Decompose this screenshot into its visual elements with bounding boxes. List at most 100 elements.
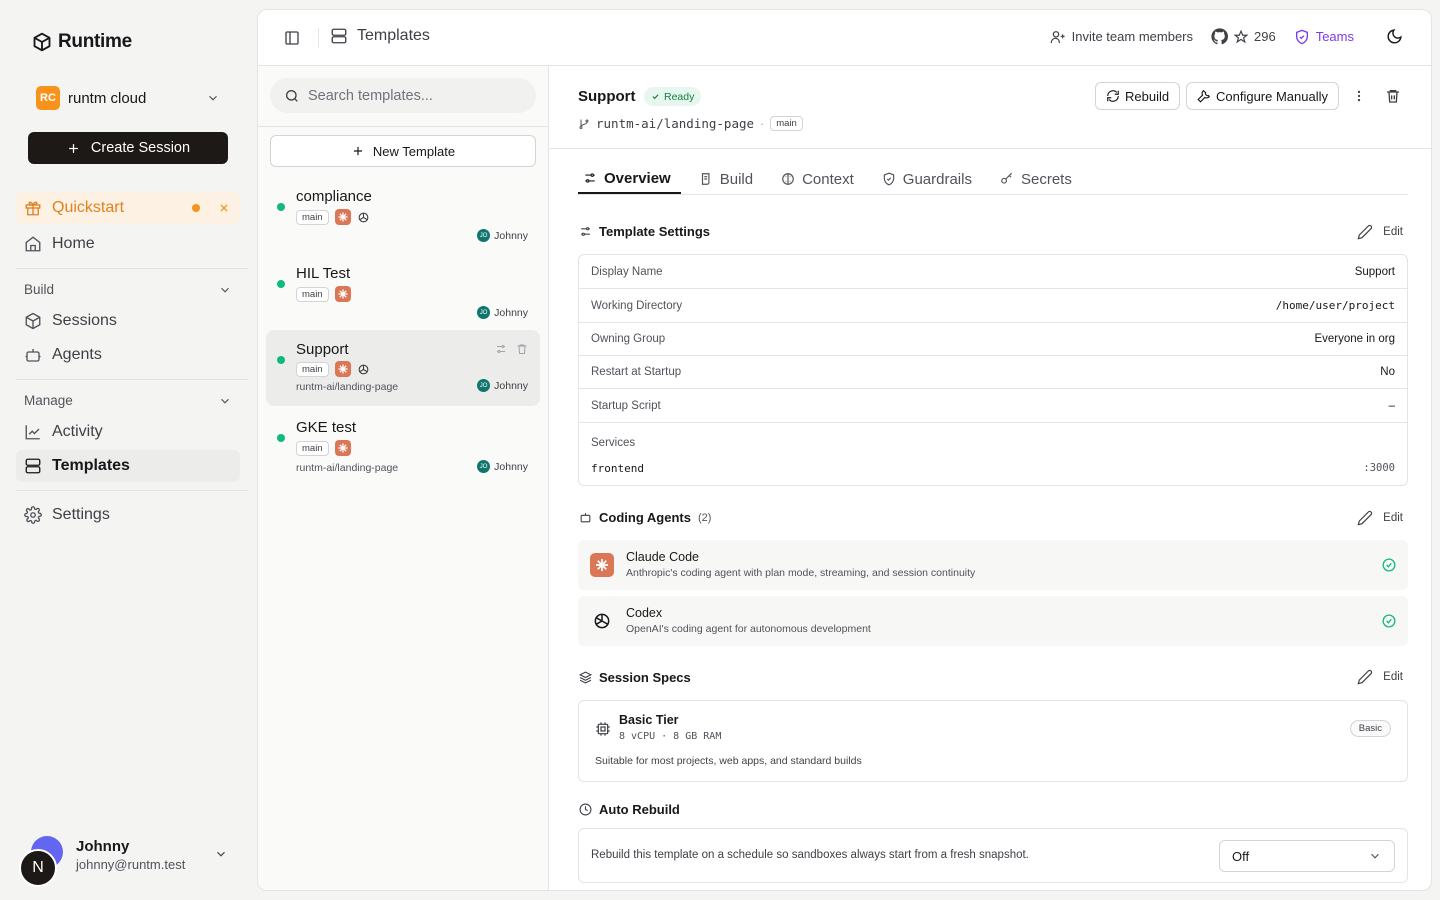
check-circle-icon <box>1382 614 1396 628</box>
shield-check-icon <box>1295 29 1308 44</box>
trash-icon[interactable] <box>1385 88 1401 104</box>
edit-label: Edit <box>1383 512 1403 524</box>
setting-value: Everyone in org <box>1314 332 1395 345</box>
spec-card: Basic Tier 8 vCPU · 8 GB RAM Basic Suita… <box>578 700 1408 782</box>
sidebar-item-settings[interactable]: Settings <box>16 499 240 531</box>
sidebar-item-agents[interactable]: Agents <box>16 339 240 371</box>
tab-overview[interactable]: Overview <box>578 164 681 194</box>
divider <box>16 379 248 380</box>
rebuild-button[interactable]: Rebuild <box>1095 82 1181 110</box>
app-name: Runtime <box>58 31 132 52</box>
org-switcher[interactable]: RC runtm cloud <box>28 81 228 115</box>
pencil-icon <box>1357 224 1373 240</box>
brain-icon <box>782 173 794 185</box>
edit-label: Edit <box>1383 671 1403 683</box>
avatar: N <box>19 849 57 887</box>
section-template-settings: Template Settings <box>579 224 710 239</box>
agent-description: OpenAI's coding agent for autonomous dev… <box>626 623 871 635</box>
branch-chip: main <box>296 361 329 377</box>
edit-agents-button[interactable]: Edit <box>1357 510 1403 526</box>
tab-guardrails[interactable]: Guardrails <box>877 164 982 194</box>
auto-rebuild-card: Rebuild this template on a schedule so s… <box>578 828 1408 883</box>
page-title-text: Templates <box>357 27 430 44</box>
create-session-button[interactable]: Create Session <box>28 132 228 164</box>
sidebar-item-home[interactable]: Home <box>16 228 240 260</box>
github-icon <box>1211 28 1228 45</box>
user-menu[interactable]: N Johnny johnny@runtm.test <box>19 834 234 887</box>
configure-manually-button[interactable]: Configure Manually <box>1186 82 1340 110</box>
check-icon <box>652 94 659 100</box>
divider <box>258 126 549 127</box>
sidebar-toggle-icon[interactable] <box>284 30 300 46</box>
detail-tabs: Overview Build Context Guardrails Secret… <box>578 164 1095 194</box>
template-item-selected[interactable]: Support main runtm-ai/landing-page JO Jo… <box>266 330 540 406</box>
user-plus-icon <box>1050 30 1065 43</box>
template-repo-line: runtm-ai/landing-page · main <box>578 116 803 131</box>
branch-chip: main <box>296 440 329 456</box>
section-session-specs: Session Specs <box>579 670 691 685</box>
template-name: Support <box>296 341 349 358</box>
owner-avatar: JO <box>477 306 491 319</box>
settings-row: Startup Script – <box>579 389 1407 423</box>
owner-name: Johnny <box>494 460 528 473</box>
sidebar-item-label: Settings <box>52 506 110 523</box>
sidebar-item-templates[interactable]: Templates <box>16 450 240 482</box>
section-label: Manage <box>24 393 73 408</box>
template-chips: main <box>296 209 370 225</box>
search-input[interactable]: Search templates... <box>270 78 536 113</box>
more-vertical-icon[interactable] <box>1352 89 1366 103</box>
edit-specs-button[interactable]: Edit <box>1357 669 1403 685</box>
edit-settings-button[interactable]: Edit <box>1357 224 1403 240</box>
manage-section-header[interactable]: Manage <box>24 393 232 408</box>
settings-row: Working Directory /home/user/project <box>579 289 1407 323</box>
tab-label: Build <box>719 170 754 188</box>
trash-icon[interactable] <box>516 343 528 355</box>
plus-icon <box>353 146 363 156</box>
setting-label: Working Directory <box>591 299 683 312</box>
user-email: johnny@runtm.test <box>76 857 186 872</box>
sliders-icon <box>581 227 590 236</box>
cube-logo-icon <box>33 32 51 52</box>
settings-row: Display Name Support <box>579 255 1407 289</box>
cpu-icon <box>596 722 610 736</box>
setting-label: Startup Script <box>591 399 661 412</box>
gear-icon <box>24 506 42 524</box>
new-template-button[interactable]: New Template <box>270 135 536 167</box>
setting-label: Restart at Startup <box>591 365 682 378</box>
app-logo[interactable]: Runtime <box>32 31 132 53</box>
template-item[interactable]: compliance main JO Johnny <box>266 180 540 256</box>
sidebar-item-sessions[interactable]: Sessions <box>16 305 240 337</box>
gift-icon <box>25 201 41 216</box>
template-name: GKE test <box>296 419 357 436</box>
sidebar-item-activity[interactable]: Activity <box>16 416 240 448</box>
auto-rebuild-select[interactable]: Off <box>1219 840 1395 872</box>
spec-resources: 8 vCPU · 8 GB RAM <box>619 731 722 742</box>
agent-card-codex: Codex OpenAI's coding agent for autonomo… <box>578 596 1408 646</box>
teams-link[interactable]: Teams <box>1294 29 1354 45</box>
tab-build[interactable]: Build <box>694 164 763 194</box>
chart-line-icon <box>25 425 40 440</box>
close-icon[interactable] <box>218 202 230 214</box>
check-circle-icon <box>1382 558 1396 572</box>
moon-icon[interactable] <box>1386 28 1403 45</box>
status-dot <box>277 356 285 364</box>
settings-sliders-icon[interactable] <box>495 343 507 355</box>
sidebar-item-quickstart[interactable]: Quickstart <box>16 192 240 224</box>
template-item[interactable]: HIL Test main JO Johnny <box>266 257 540 333</box>
build-section-header[interactable]: Build <box>24 282 232 297</box>
claude-icon <box>334 361 351 377</box>
setting-value: /home/user/project <box>1275 299 1395 312</box>
branch-chip: main <box>296 286 329 302</box>
tab-secrets[interactable]: Secrets <box>995 164 1082 194</box>
invite-button[interactable]: Invite team members <box>1050 29 1193 45</box>
clock-icon <box>579 803 592 816</box>
git-branch-icon <box>579 119 589 129</box>
agents-count: (2) <box>697 511 712 524</box>
layers-icon <box>579 671 592 684</box>
chevron-down-icon <box>217 851 225 857</box>
tab-context[interactable]: Context <box>776 164 864 194</box>
template-item[interactable]: GKE test main runtm-ai/landing-page JO J… <box>266 411 540 487</box>
shield-check-icon <box>883 172 895 186</box>
template-actions <box>495 343 528 355</box>
github-stars-link[interactable]: 296 <box>1211 28 1276 45</box>
